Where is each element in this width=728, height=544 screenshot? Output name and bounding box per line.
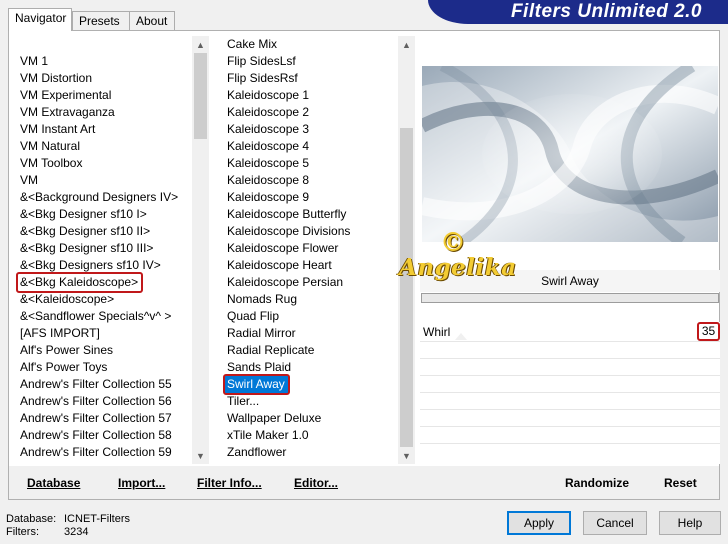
list-item[interactable]: Kaleidoscope 4 (225, 138, 312, 155)
list-item[interactable]: &<Bkg Designer sf10 II> (18, 223, 153, 240)
watermark-text: Angelika (399, 254, 517, 281)
list-item[interactable]: Radial Mirror (225, 325, 299, 342)
list-item[interactable]: VM Distortion (18, 70, 95, 87)
list-item[interactable]: Kaleidoscope 3 (225, 121, 312, 138)
list-item[interactable]: Alf's Power Sines (18, 342, 116, 359)
list-item[interactable]: VM Natural (18, 138, 83, 155)
list-item[interactable]: Quad Flip (225, 308, 282, 325)
status-database-value: ICNET-Filters (64, 513, 130, 525)
reset-button[interactable]: Reset (664, 476, 697, 490)
list-item[interactable]: Kaleidoscope 5 (225, 155, 312, 172)
list-item[interactable]: Kaleidoscope 9 (225, 189, 312, 206)
list-item[interactable]: Kaleidoscope Butterfly (225, 206, 349, 223)
filter-info-button[interactable]: Filter Info... (197, 476, 262, 490)
filter-list[interactable]: Cake Mix Flip SidesLsf Flip SidesRsf Kaleid… (217, 36, 399, 464)
scroll-down-icon[interactable]: ▼ (192, 447, 209, 464)
scroll-thumb[interactable] (194, 53, 207, 139)
list-item[interactable]: Andrew's Filter Collection 56 (18, 393, 175, 410)
list-item[interactable]: Kaleidoscope 2 (225, 104, 312, 121)
list-item[interactable]: Wallpaper Deluxe (225, 410, 324, 427)
list-item[interactable]: Andrew's Filter Collection 58 (18, 427, 175, 444)
list-item[interactable]: Zandflower (225, 444, 289, 461)
tab-navigator[interactable]: Navigator (8, 8, 72, 31)
list-item[interactable]: Kaleidoscope Heart (225, 257, 335, 274)
list-item[interactable]: Tiler... (225, 393, 262, 410)
scroll-down-icon[interactable]: ▼ (398, 447, 415, 464)
whirl-value-field[interactable]: 35 (697, 322, 720, 341)
category-scrollbar[interactable]: ▲ ▼ (192, 36, 209, 464)
status-database-label: Database: (6, 513, 57, 525)
title-banner: Filters Unlimited 2.0 (428, 0, 728, 24)
progress-bar (421, 293, 719, 303)
list-item[interactable]: Swirl Away (223, 374, 290, 395)
slider-thumb-icon[interactable] (455, 333, 467, 340)
list-item[interactable]: xTile Maker 1.0 (225, 427, 312, 444)
tab-presets[interactable]: Presets (72, 11, 130, 30)
cancel-button[interactable]: Cancel (583, 511, 647, 535)
list-item[interactable]: VM Extravaganza (18, 104, 118, 121)
list-item[interactable]: Andrew's Filter Collection 59 (18, 444, 175, 461)
scroll-thumb[interactable] (400, 128, 413, 447)
filter-preview (422, 66, 718, 242)
list-item[interactable]: Alf's Power Toys (18, 359, 110, 376)
list-item[interactable]: Flip SidesRsf (225, 70, 301, 87)
list-item[interactable]: Flip SidesLsf (225, 53, 299, 70)
editor-button[interactable]: Editor... (294, 476, 338, 490)
list-item[interactable]: VM Experimental (18, 87, 114, 104)
list-item[interactable]: Nomads Rug (225, 291, 300, 308)
list-item[interactable]: &<Sandflower Specials^v^ > (18, 308, 174, 325)
parameter-area (420, 322, 720, 464)
banner-title: Filters Unlimited 2.0 (510, 1, 702, 22)
list-item[interactable]: &<Bkg Designer sf10 I> (18, 206, 150, 223)
category-list[interactable]: VM 1 VM Distortion VM Experimental VM Extra… (12, 36, 192, 464)
help-button[interactable]: Help (659, 511, 721, 535)
apply-button[interactable]: Apply (507, 511, 571, 535)
list-item[interactable]: Kaleidoscope Flower (225, 240, 341, 257)
list-item[interactable]: [AFS IMPORT] (18, 325, 103, 342)
list-item[interactable]: VM 1 (18, 53, 51, 70)
list-item[interactable]: Kaleidoscope 8 (225, 172, 312, 189)
list-item[interactable]: Andrew's Filter Collection 55 (18, 376, 175, 393)
list-item[interactable]: VM Toolbox (18, 155, 85, 172)
list-item[interactable]: VM (18, 172, 41, 189)
status-filters-value: 3234 (64, 526, 89, 538)
scroll-up-icon[interactable]: ▲ (398, 36, 415, 53)
list-item[interactable]: Cake Mix (225, 36, 280, 53)
list-item[interactable]: Kaleidoscope Persian (225, 274, 346, 291)
database-button[interactable]: Database (27, 476, 80, 490)
list-item[interactable]: Kaleidoscope 1 (225, 87, 312, 104)
list-item[interactable]: Andrew's Filter Collection 57 (18, 410, 175, 427)
randomize-button[interactable]: Randomize (565, 476, 629, 490)
status-filters-label: Filters: (6, 526, 39, 538)
list-item[interactable]: VM Instant Art (18, 121, 98, 138)
whirl-label: Whirl (423, 325, 451, 339)
import-button[interactable]: Import... (118, 476, 165, 490)
list-item[interactable]: &<Kaleidoscope> (18, 291, 117, 308)
list-item[interactable]: &<Background Designers IV> (18, 189, 181, 206)
tab-about[interactable]: About (129, 11, 175, 30)
list-item[interactable]: &<Bkg Kaleidoscope> (16, 272, 144, 293)
scroll-up-icon[interactable]: ▲ (192, 36, 209, 53)
list-item[interactable]: &<Bkg Designer sf10 III> (18, 240, 156, 257)
list-item[interactable]: Kaleidoscope Divisions (225, 223, 353, 240)
filter-scrollbar[interactable]: ▲ ▼ (398, 36, 415, 464)
list-item[interactable]: Radial Replicate (225, 342, 317, 359)
